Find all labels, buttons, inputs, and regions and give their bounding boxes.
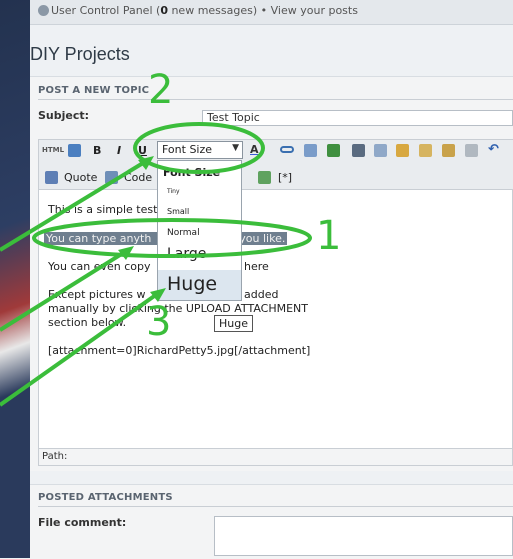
- italic-button[interactable]: I: [117, 144, 121, 157]
- underline-button[interactable]: U: [138, 144, 147, 157]
- chevron-down-icon: ▼: [232, 143, 239, 153]
- path-label: Path:: [42, 451, 68, 462]
- font-size-option-tiny[interactable]: Tiny: [167, 188, 180, 195]
- link-icon[interactable]: [280, 146, 294, 153]
- bold-button[interactable]: B: [93, 144, 101, 157]
- post-section-heading: POST A NEW TOPIC: [38, 85, 150, 96]
- editor-line: added: [244, 288, 279, 301]
- ucp-link[interactable]: User Control Panel: [51, 4, 153, 17]
- separator: •: [257, 4, 271, 17]
- font-size-select[interactable]: Font Size ▼: [157, 141, 243, 159]
- top-bar: User Control Panel (0 new messages) • Vi…: [30, 0, 513, 25]
- editor-line: manually by clicking the UPLOAD ATTACHME…: [48, 302, 308, 315]
- quote-button[interactable]: Quote: [64, 171, 97, 184]
- undo-icon[interactable]: ↶: [488, 142, 499, 157]
- file-comment-label: File comment:: [38, 516, 127, 529]
- code-icon: [105, 171, 118, 184]
- font-size-option-normal[interactable]: Normal: [167, 228, 200, 238]
- background-flag-image: [0, 0, 30, 558]
- html-mode-button[interactable]: HTML: [42, 146, 64, 154]
- paste-word-icon[interactable]: [442, 144, 455, 157]
- editor-line: You can even copy: [48, 260, 151, 273]
- font-size-option-small[interactable]: Small: [167, 207, 189, 216]
- remove-format-icon[interactable]: [465, 144, 478, 157]
- editor-line: Except pictures w: [48, 288, 146, 301]
- list-item-button[interactable]: [*]: [278, 171, 292, 184]
- cut-icon[interactable]: [352, 144, 365, 157]
- font-color-button[interactable]: A: [250, 143, 259, 156]
- selected-text-start: You can type anyth: [46, 232, 152, 245]
- forum-title: DIY Projects: [30, 44, 130, 64]
- selected-text-end: you like.: [239, 232, 286, 245]
- unlink-icon[interactable]: [304, 144, 317, 157]
- file-comment-input[interactable]: [214, 516, 513, 556]
- top-links: User Control Panel (0 new messages) • Vi…: [38, 4, 358, 17]
- paste-icon[interactable]: [396, 144, 409, 157]
- image-icon[interactable]: [327, 144, 340, 157]
- section-divider: [38, 99, 513, 100]
- editor-line: This is a simple test: [48, 203, 158, 216]
- annotation-number-3: 3: [146, 299, 172, 345]
- path-bar: Path:: [38, 449, 513, 466]
- new-messages-suffix[interactable]: new messages): [168, 4, 257, 17]
- view-posts-link[interactable]: View your posts: [271, 4, 358, 17]
- annotation-number-2: 2: [148, 67, 174, 113]
- add-list-item-icon[interactable]: [258, 171, 271, 184]
- section-divider: [38, 506, 513, 507]
- quote-icon: [45, 171, 58, 184]
- editor-line: here: [244, 260, 269, 273]
- user-icon: [38, 5, 49, 16]
- new-messages-count[interactable]: 0: [160, 4, 168, 17]
- editor-line: [attachment=0]RichardPetty5.jpg[/attachm…: [48, 344, 311, 357]
- annotation-number-1: 1: [316, 213, 342, 259]
- code-button[interactable]: Code: [124, 171, 152, 184]
- paste-text-icon[interactable]: [419, 144, 432, 157]
- font-size-select-label: Font Size: [162, 143, 213, 156]
- dropdown-header: Font Size: [163, 166, 221, 179]
- editor-line: section below.: [48, 316, 127, 329]
- tooltip: Huge: [214, 315, 253, 332]
- table-icon[interactable]: [68, 144, 81, 157]
- subject-input[interactable]: Test Topic: [202, 110, 513, 126]
- font-size-option-huge[interactable]: Huge: [167, 273, 217, 295]
- font-size-option-large[interactable]: Large: [167, 246, 206, 262]
- copy-icon[interactable]: [374, 144, 387, 157]
- attachments-heading: POSTED ATTACHMENTS: [38, 492, 173, 503]
- subject-label: Subject:: [38, 109, 90, 122]
